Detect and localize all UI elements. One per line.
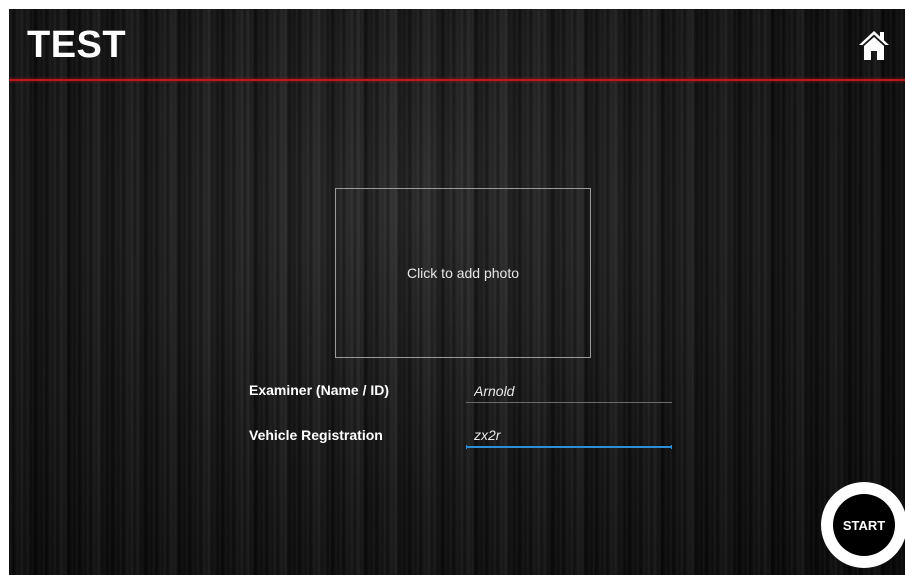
home-icon [859, 31, 889, 60]
header-bar: TEST [9, 9, 905, 79]
add-photo-label: Click to add photo [406, 265, 520, 281]
vehicle-registration-label: Vehicle Registration [249, 427, 383, 443]
input-underline-left-tick [466, 445, 467, 449]
app-window: TEST Click to add photo Examiner (Name /… [9, 9, 905, 575]
start-label: START [842, 517, 886, 533]
header-divider [9, 79, 905, 81]
examiner-input[interactable] [466, 379, 672, 403]
input-underline-right-tick [671, 445, 672, 449]
start-button[interactable]: START [821, 482, 905, 568]
add-photo-button[interactable]: Click to add photo [335, 188, 591, 358]
examiner-label: Examiner (Name / ID) [249, 382, 390, 398]
page-title: TEST [27, 24, 127, 66]
start-button-inner: START [833, 494, 895, 556]
home-button[interactable] [856, 27, 892, 63]
vehicle-registration-input[interactable] [466, 424, 672, 448]
